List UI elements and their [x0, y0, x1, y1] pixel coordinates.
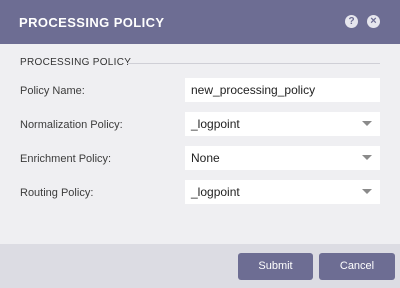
- section-title: PROCESSING POLICY: [20, 57, 132, 68]
- normalization-policy-label: Normalization Policy:: [20, 119, 123, 131]
- dialog-title: PROCESSING POLICY: [19, 15, 165, 30]
- chevron-down-icon: [362, 189, 372, 194]
- policy-name-label: Policy Name:: [20, 85, 85, 97]
- enrichment-policy-select[interactable]: None: [185, 146, 380, 170]
- routing-policy-label: Routing Policy:: [20, 187, 94, 199]
- routing-policy-value: _logpoint: [191, 185, 240, 199]
- routing-policy-select[interactable]: _logpoint: [185, 180, 380, 204]
- normalization-policy-select[interactable]: _logpoint: [185, 112, 380, 136]
- enrichment-policy-value: None: [191, 151, 220, 165]
- dialog-header: PROCESSING POLICY ? ×: [0, 0, 400, 44]
- close-icon[interactable]: ×: [367, 15, 380, 28]
- processing-policy-dialog: PROCESSING POLICY ? × PROCESSING POLICY …: [0, 0, 400, 288]
- enrichment-policy-label: Enrichment Policy:: [20, 153, 112, 165]
- submit-button[interactable]: Submit: [238, 253, 313, 280]
- help-icon[interactable]: ?: [345, 15, 358, 28]
- policy-name-value: new_processing_policy: [191, 83, 316, 97]
- policy-name-input[interactable]: new_processing_policy: [185, 78, 380, 102]
- normalization-policy-value: _logpoint: [191, 117, 240, 131]
- section-divider: [127, 63, 380, 64]
- chevron-down-icon: [362, 155, 372, 160]
- cancel-button[interactable]: Cancel: [319, 253, 395, 280]
- chevron-down-icon: [362, 121, 372, 126]
